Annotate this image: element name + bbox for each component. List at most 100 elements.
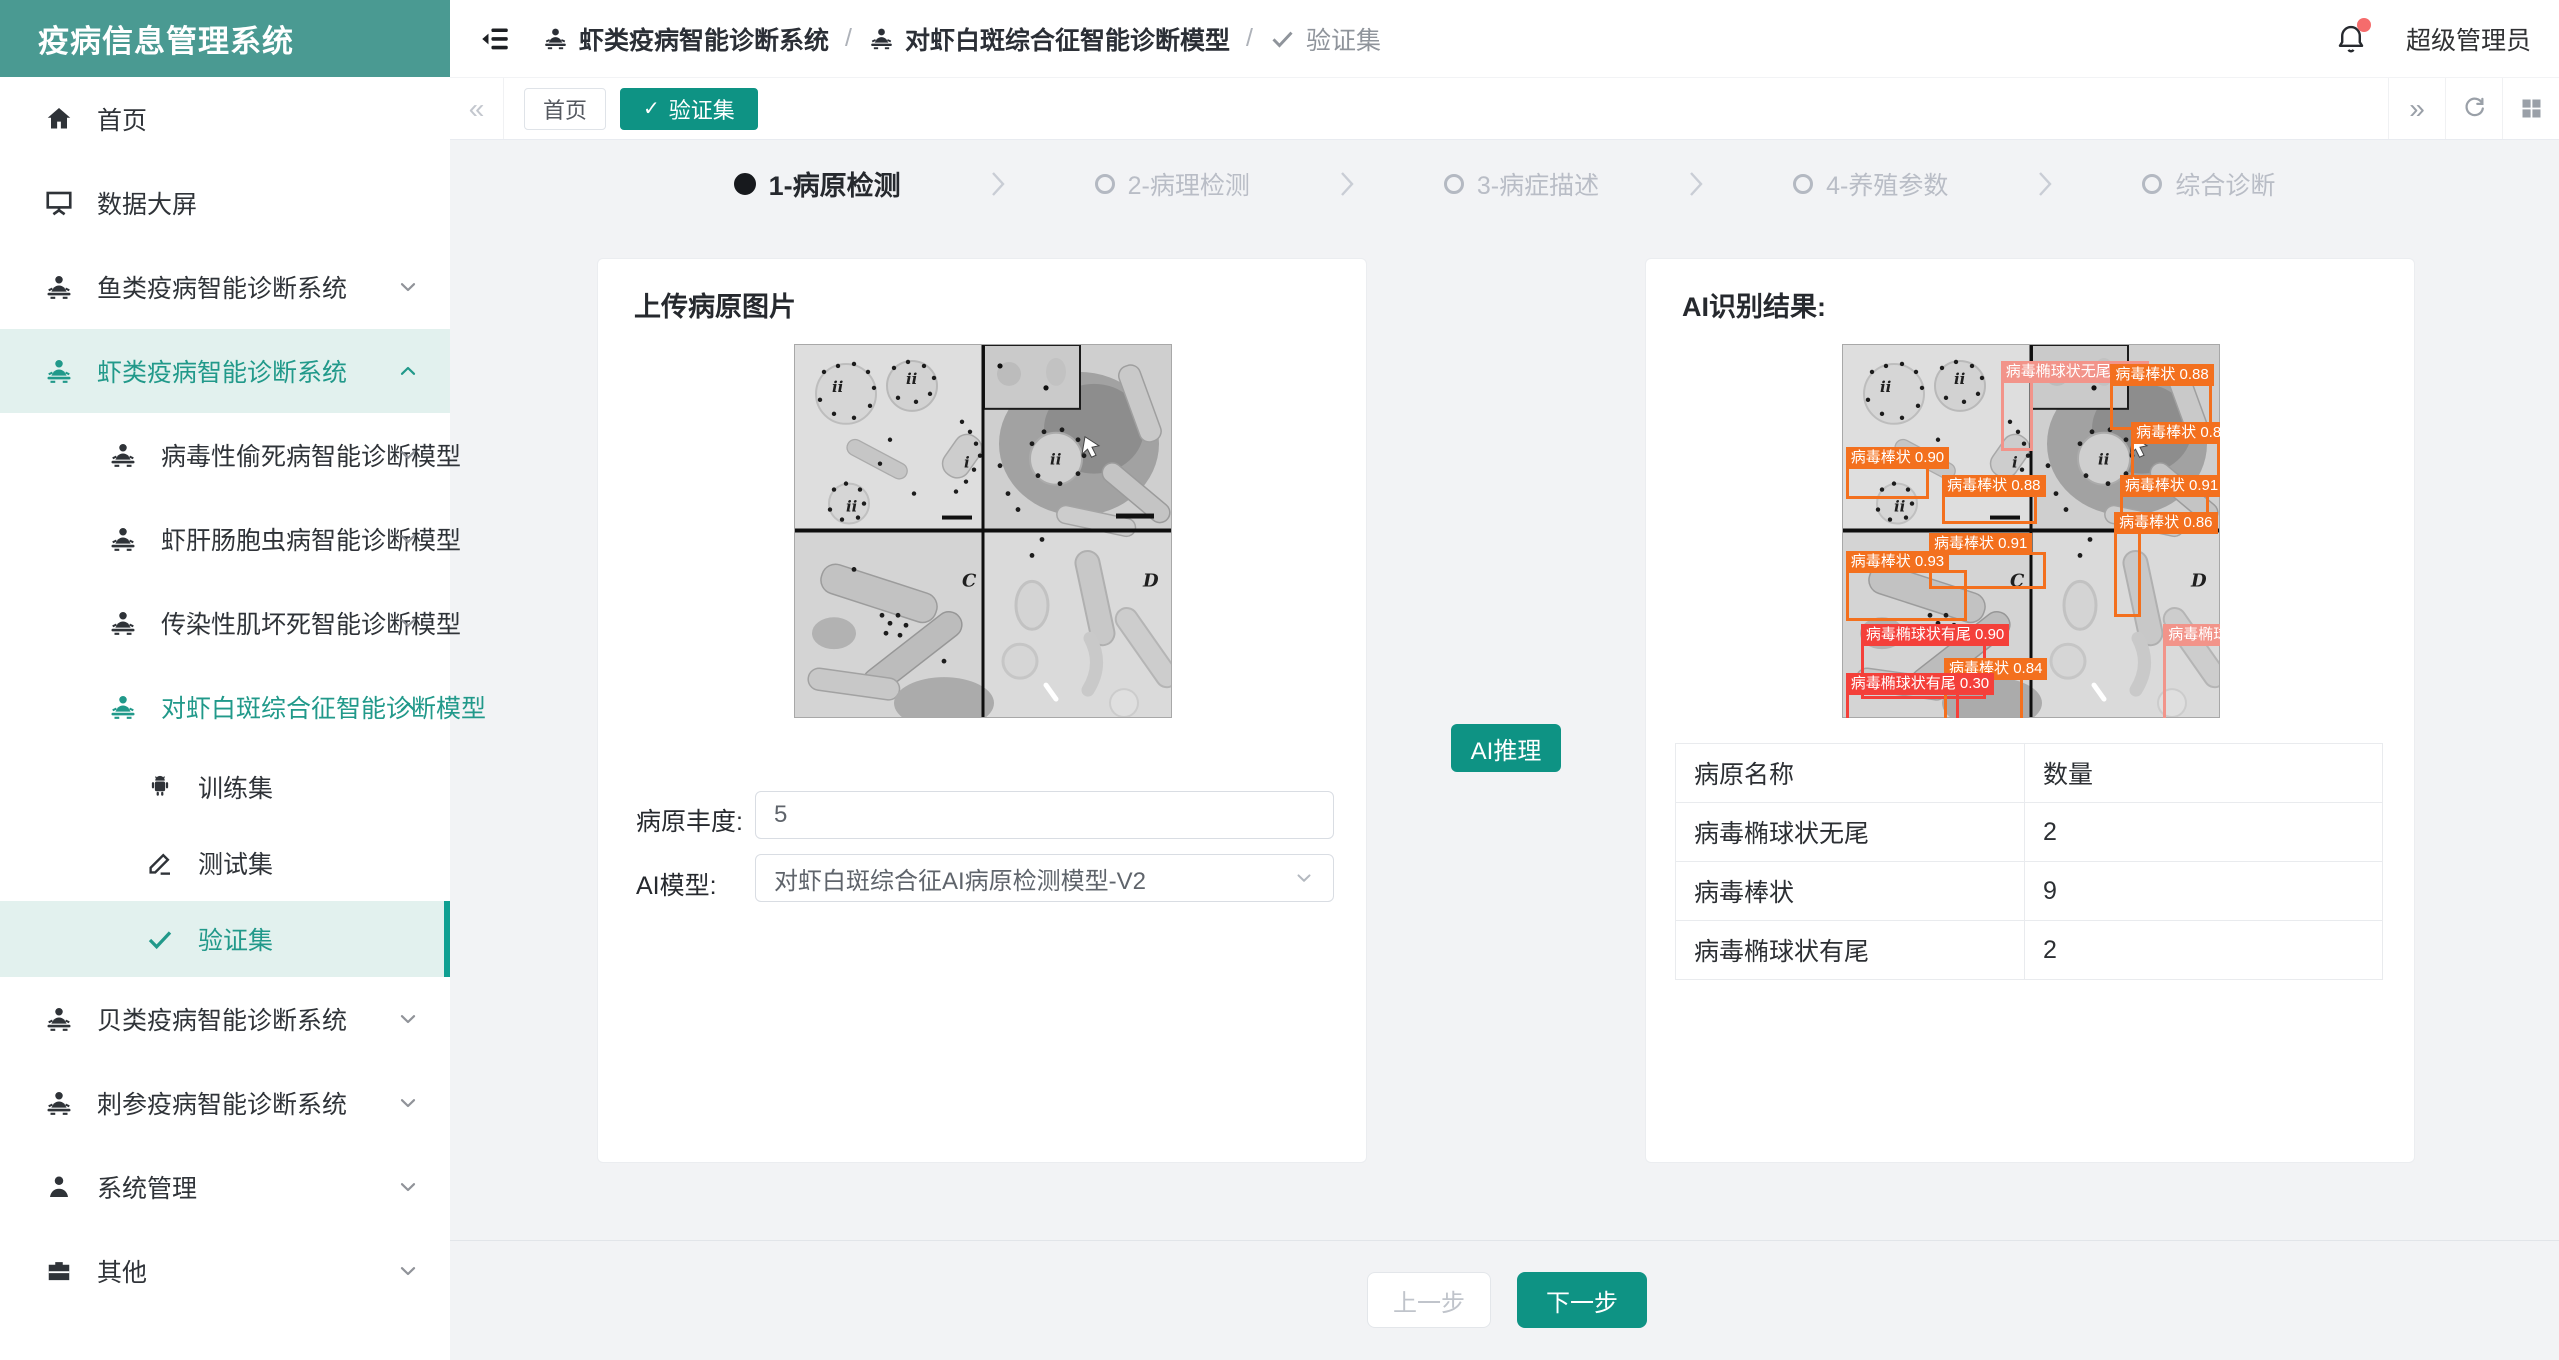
breadcrumb-item-validation-set: 验证集 bbox=[1269, 21, 1381, 57]
detection-label: 病毒椭球状无尾 0.88 bbox=[2163, 624, 2220, 646]
android-icon bbox=[145, 772, 175, 802]
detection-label: 病毒棒状 0.88 bbox=[1942, 475, 2045, 497]
ai-model-selected-value: 对虾白斑综合征AI病原检测模型-V2 bbox=[774, 861, 1146, 896]
sidebar-item-data-screen[interactable]: 数据大屏 bbox=[0, 161, 450, 245]
table-header-row: 病原名称 数量 bbox=[1676, 744, 2383, 803]
ai-model-select[interactable]: 对虾白斑综合征AI病原检测模型-V2 bbox=[755, 854, 1334, 902]
ai-infer-button[interactable]: AI推理 bbox=[1451, 724, 1561, 772]
detection-bbox: 病毒椭球状有尾 0.30 bbox=[1846, 692, 1959, 718]
detection-label: 病毒棒状 0.88 bbox=[2131, 422, 2220, 444]
breadcrumb-item-wssv-model[interactable]: 对虾白斑综合征智能诊断模型 bbox=[868, 21, 1230, 57]
chevron-down-icon bbox=[396, 275, 420, 299]
sidebar-item-system-management[interactable]: 系统管理 bbox=[0, 1145, 450, 1229]
sidebar-item-imn-model[interactable]: 传染性肌坏死智能诊断模型 bbox=[0, 581, 450, 665]
sidebar-item-test-set[interactable]: 测试集 bbox=[0, 825, 450, 901]
sidebar-item-fish-system[interactable]: 鱼类疫病智能诊断系统 bbox=[0, 245, 450, 329]
card-title: 上传病原图片 bbox=[634, 285, 796, 324]
diagnosis-icon bbox=[868, 25, 895, 52]
refresh-icon[interactable] bbox=[2445, 78, 2502, 139]
chevron-down-icon bbox=[396, 443, 420, 467]
detection-bbox: 病毒棒状 0.90 bbox=[1846, 466, 1929, 500]
check-icon: ✓ bbox=[643, 96, 660, 121]
chevron-down-icon bbox=[396, 527, 420, 551]
diagnosis-icon bbox=[108, 692, 138, 722]
abundance-input[interactable] bbox=[755, 791, 1334, 839]
diagnosis-icon bbox=[542, 25, 569, 52]
notification-bell-icon[interactable] bbox=[2334, 22, 2368, 56]
sidebar-item-ehp-model[interactable]: 虾肝肠胞虫病智能诊断模型 bbox=[0, 497, 450, 581]
step-symptom-description[interactable]: 3-病症描述 bbox=[1444, 166, 1599, 202]
diagnosis-icon bbox=[44, 356, 74, 386]
briefcase-icon bbox=[44, 1256, 74, 1286]
sidebar-item-home[interactable]: 首页 bbox=[0, 77, 450, 161]
chevron-down-icon bbox=[396, 1259, 420, 1283]
detection-bbox: 病毒棒状 0.88 bbox=[1942, 494, 2037, 524]
svg-text:ii: ii bbox=[832, 378, 844, 396]
check-icon bbox=[145, 924, 175, 954]
ai-result-card: AI识别结果: bbox=[1645, 258, 2415, 1163]
svg-text:ii: ii bbox=[846, 498, 858, 516]
pathogen-count-table: 病原名称 数量 病毒椭球状无尾 2 病毒棒状 9 病毒椭球状有尾 2 bbox=[1675, 743, 2383, 980]
sidebar-item-shrimp-system[interactable]: 虾类疫病智能诊断系统 bbox=[0, 329, 450, 413]
detection-bbox: 病毒棒状 0.93 bbox=[1846, 570, 1967, 620]
step-farming-parameters[interactable]: 4-养殖参数 bbox=[1793, 166, 1948, 202]
breadcrumb-item-shrimp-system[interactable]: 虾类疫病智能诊断系统 bbox=[542, 21, 829, 57]
table-row: 病毒棒状 9 bbox=[1676, 862, 2383, 921]
sidebar-item-training-set[interactable]: 训练集 bbox=[0, 749, 450, 825]
previous-step-button[interactable]: 上一步 bbox=[1367, 1272, 1491, 1328]
breadcrumb: 虾类疫病智能诊断系统 / 对虾白斑综合征智能诊断模型 / 验证集 bbox=[542, 21, 1381, 57]
sidebar-menu: 首页 数据大屏 鱼类疫病智能诊断系统 虾类疫病智能诊断系统 病毒性偷死病智能诊断… bbox=[0, 77, 450, 1313]
detection-label: 病毒椭球状有尾 0.90 bbox=[1861, 624, 2009, 646]
detection-label: 病毒棒状 0.86 bbox=[2114, 512, 2217, 534]
step-circle bbox=[2142, 174, 2162, 194]
screen-icon bbox=[44, 188, 74, 218]
step-circle bbox=[1095, 174, 1115, 194]
step-circle bbox=[1444, 174, 1464, 194]
sidebar-item-viral-covert-mortality-model[interactable]: 病毒性偷死病智能诊断模型 bbox=[0, 413, 450, 497]
abundance-label: 病原丰度: bbox=[636, 802, 743, 838]
detection-label: 病毒棒状 0.90 bbox=[1846, 447, 1949, 469]
sidebar-item-sea-cucumber-system[interactable]: 刺参疫病智能诊断系统 bbox=[0, 1061, 450, 1145]
layout-grid-icon[interactable] bbox=[2502, 78, 2559, 139]
sidebar-item-other[interactable]: 其他 bbox=[0, 1229, 450, 1313]
tabs-scroll-right-icon[interactable]: » bbox=[2388, 78, 2445, 139]
detection-label: 病毒棒状 0.88 bbox=[2110, 364, 2213, 386]
step-circle-filled bbox=[734, 173, 756, 195]
check-icon bbox=[1269, 25, 1296, 52]
step-pathology-detection[interactable]: 2-病理检测 bbox=[1095, 166, 1250, 202]
table-row: 病毒椭球状有尾 2 bbox=[1676, 921, 2383, 980]
chevron-down-icon bbox=[396, 1007, 420, 1031]
tab-home[interactable]: 首页 bbox=[524, 88, 606, 130]
sidebar-item-shellfish-system[interactable]: 贝类疫病智能诊断系统 bbox=[0, 977, 450, 1061]
chevron-down-icon bbox=[396, 611, 420, 635]
current-user[interactable]: 超级管理员 bbox=[2406, 21, 2545, 57]
pencil-icon bbox=[145, 848, 175, 878]
app-title: 疫病信息管理系统 bbox=[0, 0, 450, 77]
detection-bbox: 病毒椭球状无尾 0.94 bbox=[2001, 380, 2033, 451]
step-circle bbox=[1793, 174, 1813, 194]
chevron-up-icon bbox=[396, 695, 420, 719]
tab-validation-set[interactable]: ✓ 验证集 bbox=[620, 88, 758, 130]
diagnosis-icon bbox=[108, 524, 138, 554]
collapse-sidebar-icon[interactable] bbox=[478, 22, 512, 56]
detection-bbox: 病毒棒状 0.86 bbox=[2114, 531, 2140, 617]
step-comprehensive-diagnosis[interactable]: 综合诊断 bbox=[2142, 166, 2275, 202]
breadcrumb-separator: / bbox=[845, 24, 852, 53]
wizard-stepper: 1-病原检测 2-病理检测 3-病症描述 4-养殖参数 综合诊断 bbox=[450, 164, 2559, 203]
column-header: 病原名称 bbox=[1676, 744, 2025, 803]
notification-dot bbox=[2357, 18, 2371, 32]
upload-pathogen-card: 上传病原图片 bbox=[597, 258, 1367, 1163]
column-header: 数量 bbox=[2025, 744, 2383, 803]
chevron-down-icon bbox=[396, 1175, 420, 1199]
breadcrumb-separator: / bbox=[1246, 24, 1253, 53]
table-row: 病毒椭球状无尾 2 bbox=[1676, 803, 2383, 862]
step-pathogen-detection[interactable]: 1-病原检测 bbox=[734, 164, 901, 203]
user-icon bbox=[44, 1172, 74, 1202]
detection-overlay: 病毒椭球状无尾 0.94病毒棒状 0.88病毒棒状 0.88病毒棒状 0.90病… bbox=[1842, 344, 2220, 718]
svg-text:D: D bbox=[1142, 570, 1159, 591]
tabs-scroll-left-icon[interactable]: « bbox=[450, 78, 504, 139]
next-step-button[interactable]: 下一步 bbox=[1517, 1272, 1647, 1328]
sidebar-item-wssv-model[interactable]: 对虾白斑综合征智能诊断模型 bbox=[0, 665, 450, 749]
sidebar-item-validation-set[interactable]: 验证集 bbox=[0, 901, 450, 977]
open-tabs: 首页 ✓ 验证集 bbox=[504, 78, 2388, 139]
